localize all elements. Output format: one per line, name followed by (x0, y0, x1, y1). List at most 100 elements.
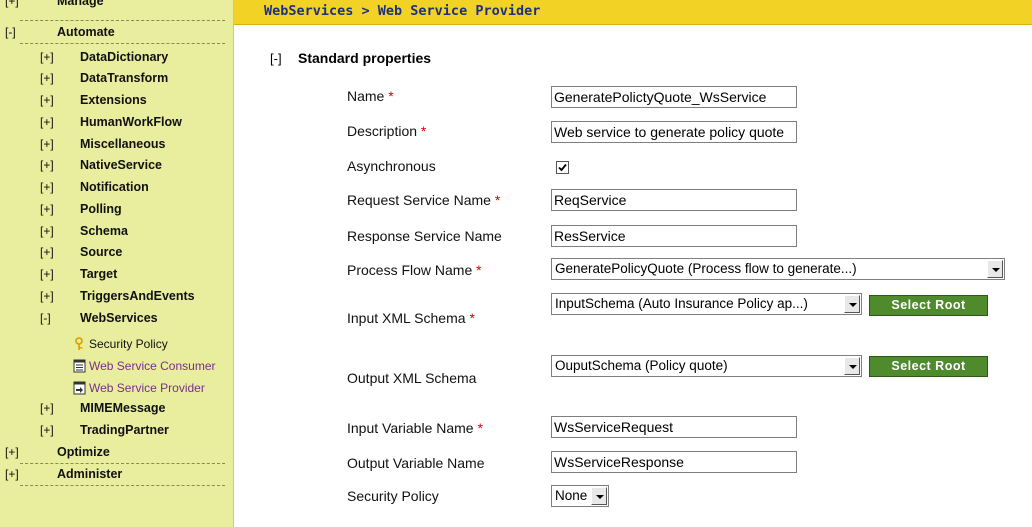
request-service-name-input[interactable]: ReqService (551, 189, 797, 211)
sidebar-item-label[interactable]: TradingPartner (80, 419, 169, 441)
sidebar-item-nativeservice[interactable]: [+] NativeService (0, 154, 233, 176)
sidebar-item-label[interactable]: Polling (80, 198, 122, 220)
expand-toggle[interactable]: [+] (40, 285, 54, 307)
expand-toggle[interactable]: [+] (40, 176, 54, 198)
sidebar-section-label[interactable]: Manage (57, 0, 104, 12)
dropdown-arrow-icon[interactable] (844, 295, 860, 313)
description-input[interactable]: Web service to generate policy quote (551, 121, 797, 143)
expand-toggle[interactable]: [+] (40, 198, 54, 220)
expand-toggle[interactable]: [+] (40, 263, 54, 285)
sidebar-leaf-security-policy[interactable]: Security Policy (0, 333, 233, 355)
breadcrumb: WebServices > Web Service Provider (264, 3, 541, 19)
expand-toggle[interactable]: [+] (40, 89, 54, 111)
sidebar-item-webservices[interactable]: [-] WebServices (0, 307, 233, 329)
input-xml-schema-select[interactable]: InputSchema (Auto Insurance Policy ap...… (551, 293, 862, 315)
output-xml-schema-select[interactable]: OuputSchema (Policy quote) (551, 355, 862, 377)
process-flow-name-select[interactable]: GeneratePolicyQuote (Process flow to gen… (551, 258, 1005, 280)
expand-toggle[interactable]: [+] (40, 46, 54, 68)
output-variable-name-input[interactable]: WsServiceResponse (551, 451, 797, 473)
required-marker: * (476, 262, 482, 278)
sidebar-item-source[interactable]: [+] Source (0, 241, 233, 263)
input-select-root-button[interactable]: Select Root (869, 295, 988, 316)
expand-toggle[interactable]: [+] (5, 441, 19, 463)
select-value: InputSchema (Auto Insurance Policy ap...… (555, 296, 808, 311)
input-variable-name-label: Input Variable Name * (347, 420, 483, 436)
sidebar-item-label[interactable]: Notification (80, 176, 149, 198)
output-select-root-button[interactable]: Select Root (869, 356, 988, 377)
sidebar-item-extensions[interactable]: [+] Extensions (0, 89, 233, 111)
sidebar-leaf-label[interactable]: Web Service Provider (89, 377, 205, 399)
expand-toggle[interactable]: [+] (40, 419, 54, 441)
collapse-toggle[interactable]: [-] (40, 307, 51, 329)
sidebar-leaf-web-service-consumer[interactable]: Web Service Consumer (0, 355, 233, 377)
sidebar-item-label[interactable]: MIMEMessage (80, 397, 165, 419)
dropdown-arrow-icon[interactable] (987, 260, 1003, 278)
description-label: Description * (347, 123, 427, 139)
expand-toggle[interactable]: [+] (40, 67, 54, 89)
sidebar-item-humanworkflow[interactable]: [+] HumanWorkFlow (0, 111, 233, 133)
sidebar-leaf-label[interactable]: Security Policy (89, 333, 168, 355)
section-divider (20, 43, 225, 44)
sidebar-item-triggersandevents[interactable]: [+] TriggersAndEvents (0, 285, 233, 307)
expand-toggle[interactable]: [+] (5, 463, 19, 485)
expand-toggle[interactable]: [+] (40, 111, 54, 133)
sidebar-section-automate[interactable]: [-] Automate (0, 21, 233, 43)
sidebar-item-schema[interactable]: [+] Schema (0, 220, 233, 242)
sidebar-item-label[interactable]: NativeService (80, 154, 162, 176)
collapse-toggle[interactable]: [-] (5, 21, 16, 43)
process-flow-name-label: Process Flow Name * (347, 262, 482, 278)
expand-toggle[interactable]: [+] (40, 133, 54, 155)
required-marker: * (388, 88, 394, 104)
sidebar-section-administer[interactable]: [+] Administer (0, 463, 233, 485)
sidebar-item-label[interactable]: HumanWorkFlow (80, 111, 182, 133)
sidebar-item-label[interactable]: TriggersAndEvents (80, 285, 195, 307)
output-xml-schema-label: Output XML Schema (347, 370, 477, 386)
sidebar-leaf-label[interactable]: Web Service Consumer (89, 355, 216, 377)
security-policy-select[interactable]: None (551, 485, 609, 507)
security-policy-label: Security Policy (347, 488, 439, 504)
output-variable-name-label: Output Variable Name (347, 455, 485, 471)
expand-toggle[interactable]: [+] (40, 154, 54, 176)
sidebar-item-datatransform[interactable]: [+] DataTransform (0, 67, 233, 89)
required-marker: * (477, 420, 483, 436)
sidebar-item-miscellaneous[interactable]: [+] Miscellaneous (0, 133, 233, 155)
sidebar-item-mimemessage[interactable]: [+] MIMEMessage (0, 397, 233, 419)
expand-toggle[interactable]: [+] (40, 397, 54, 419)
expand-toggle[interactable]: [+] (40, 241, 54, 263)
input-variable-name-input[interactable]: WsServiceRequest (551, 416, 797, 438)
sidebar-section-label[interactable]: Automate (57, 21, 115, 43)
sidebar-item-notification[interactable]: [+] Notification (0, 176, 233, 198)
sidebar-item-label[interactable]: Miscellaneous (80, 133, 165, 155)
dropdown-arrow-icon[interactable] (591, 487, 607, 505)
dropdown-arrow-icon[interactable] (844, 357, 860, 375)
sidebar-section-label[interactable]: Optimize (57, 441, 110, 463)
sidebar-item-label[interactable]: Extensions (80, 89, 147, 111)
document-icon (73, 359, 86, 373)
name-input[interactable]: GeneratePolictyQuote_WsService (551, 86, 797, 108)
sidebar-section-optimize[interactable]: [+] Optimize (0, 441, 233, 463)
sidebar-item-tradingpartner[interactable]: [+] TradingPartner (0, 419, 233, 441)
expand-toggle[interactable]: [+] (40, 220, 54, 242)
sidebar-section-manage[interactable]: [+] Manage (0, 0, 233, 12)
expand-toggle[interactable]: [+] (5, 0, 19, 12)
asynchronous-checkbox[interactable] (556, 161, 569, 174)
sidebar-item-label[interactable]: DataTransform (80, 67, 168, 89)
sidebar-item-label[interactable]: Source (80, 241, 122, 263)
sidebar-item-label[interactable]: Schema (80, 220, 128, 242)
sidebar-section-label[interactable]: Administer (57, 463, 122, 485)
sidebar-item-label[interactable]: WebServices (80, 307, 158, 329)
section-collapse-toggle[interactable]: [-] (270, 51, 282, 66)
sidebar-nav: [+] Manage [-] Automate [+] DataDictiona… (0, 0, 234, 527)
sidebar-item-label[interactable]: Target (80, 263, 117, 285)
sidebar-item-target[interactable]: [+] Target (0, 263, 233, 285)
section-title: Standard properties (298, 50, 432, 66)
sidebar-item-datadictionary[interactable]: [+] DataDictionary (0, 46, 233, 68)
response-service-name-input[interactable]: ResService (551, 225, 797, 247)
sidebar-leaf-web-service-provider[interactable]: Web Service Provider (0, 377, 233, 399)
asynchronous-label: Asynchronous (347, 158, 436, 174)
section-divider (20, 485, 225, 486)
name-label: Name * (347, 88, 394, 104)
sidebar-item-label[interactable]: DataDictionary (80, 46, 168, 68)
sidebar-item-polling[interactable]: [+] Polling (0, 198, 233, 220)
checkmark-icon (558, 163, 567, 172)
